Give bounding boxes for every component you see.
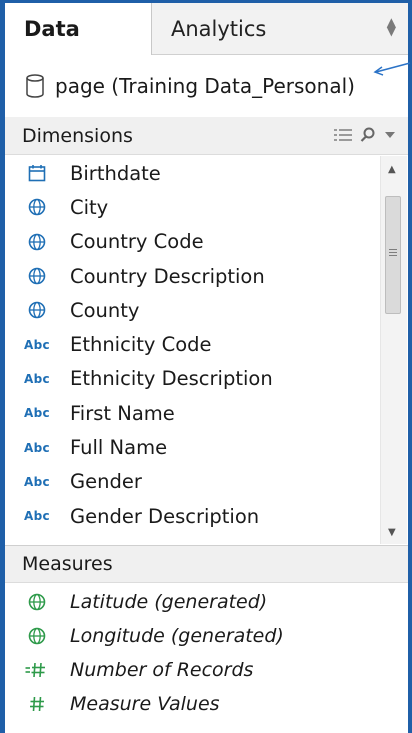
measure-label: Longitude (generated): [70, 625, 284, 647]
dimension-item-first-name[interactable]: Abc First Name: [5, 396, 380, 430]
globe-icon: [22, 233, 52, 251]
tab-data[interactable]: Data: [5, 3, 152, 55]
dimension-item-city[interactable]: City: [5, 190, 380, 224]
tab-data-label: Data: [24, 17, 80, 41]
dimension-label: Gender Description: [70, 504, 260, 528]
dimension-label: Country Code: [70, 230, 204, 254]
database-cylinder-icon: [26, 74, 44, 98]
measure-item-latitude[interactable]: Latitude (generated): [5, 585, 408, 619]
dimension-label: First Name: [70, 401, 175, 425]
measure-label: Measure Values: [70, 693, 220, 715]
dimension-label: Birthdate: [70, 161, 161, 185]
abc-icon: Abc: [24, 406, 50, 421]
dimension-label: Ethnicity Code: [70, 333, 212, 357]
data-source-row[interactable]: page (Training Data_Personal): [5, 55, 408, 118]
hash-equals-icon: [22, 661, 52, 679]
dimensions-tools: [334, 127, 396, 143]
pane-tabs: Data Analytics ▲ ▼: [5, 3, 408, 55]
dropdown-arrow-icon[interactable]: [384, 130, 396, 140]
measures-title: Measures: [22, 553, 113, 575]
globe-icon: [22, 627, 52, 645]
data-source-name: page (Training Data_Personal): [55, 74, 355, 98]
search-icon[interactable]: [360, 127, 376, 143]
dimension-item-full-name[interactable]: Abc Full Name: [5, 430, 380, 464]
list-view-icon[interactable]: [334, 128, 352, 142]
dimensions-scrollbar[interactable]: ▲ ▼: [380, 156, 407, 544]
globe-icon: [22, 301, 52, 319]
abc-icon: Abc: [24, 440, 50, 455]
annotation-arrow-icon: [373, 62, 411, 76]
dimension-item-country-code[interactable]: Country Code: [5, 225, 380, 259]
scrollbar-thumb[interactable]: [385, 196, 401, 314]
dimension-label: Full Name: [70, 436, 168, 460]
dimensions-header: Dimensions: [5, 117, 408, 155]
hash-icon: [22, 695, 52, 713]
dimensions-title: Dimensions: [22, 124, 133, 147]
dimension-item-ethnicity-code[interactable]: Abc Ethnicity Code: [5, 327, 380, 361]
scroll-down-arrow-icon[interactable]: ▼: [388, 527, 396, 538]
dimension-label: Country Description: [70, 264, 265, 288]
tab-analytics-label: Analytics: [171, 16, 267, 41]
tab-analytics[interactable]: Analytics ▲ ▼: [152, 3, 408, 55]
dimension-item-ethnicity-description[interactable]: Abc Ethnicity Description: [5, 362, 380, 396]
abc-icon: Abc: [24, 371, 50, 386]
dimension-item-birthdate[interactable]: Birthdate: [5, 156, 380, 190]
dimension-item-gender[interactable]: Abc Gender: [5, 465, 380, 499]
tab-stepper-icon[interactable]: ▲ ▼: [387, 16, 396, 37]
measure-label: Number of Records: [70, 659, 254, 681]
measure-item-number-of-records[interactable]: Number of Records: [5, 653, 408, 687]
dimension-item-gender-description[interactable]: Abc Gender Description: [5, 499, 380, 533]
measures-header: Measures: [5, 545, 408, 583]
globe-icon: [22, 198, 52, 216]
scroll-up-arrow-icon[interactable]: ▲: [388, 164, 396, 175]
grip-icon: [389, 249, 397, 258]
globe-icon: [22, 267, 52, 285]
dimension-label: City: [70, 195, 109, 219]
measure-label: Latitude (generated): [70, 591, 268, 613]
dimension-label: County: [70, 298, 140, 322]
dimension-label: Gender: [70, 470, 142, 494]
dimension-label: Ethnicity Description: [70, 367, 273, 391]
measures-list: Latitude (generated) Longitude (generate…: [5, 585, 408, 721]
abc-icon: Abc: [24, 337, 50, 352]
abc-icon: Abc: [24, 509, 50, 524]
dimension-item-country-description[interactable]: Country Description: [5, 259, 380, 293]
globe-icon: [22, 593, 52, 611]
calendar-icon: [22, 164, 52, 182]
measure-item-longitude[interactable]: Longitude (generated): [5, 619, 408, 653]
dimension-item-county[interactable]: County: [5, 293, 380, 327]
dimensions-list: Birthdate City Country Code Country Desc…: [5, 156, 380, 544]
measure-item-measure-values[interactable]: Measure Values: [5, 687, 408, 721]
abc-icon: Abc: [24, 474, 50, 489]
